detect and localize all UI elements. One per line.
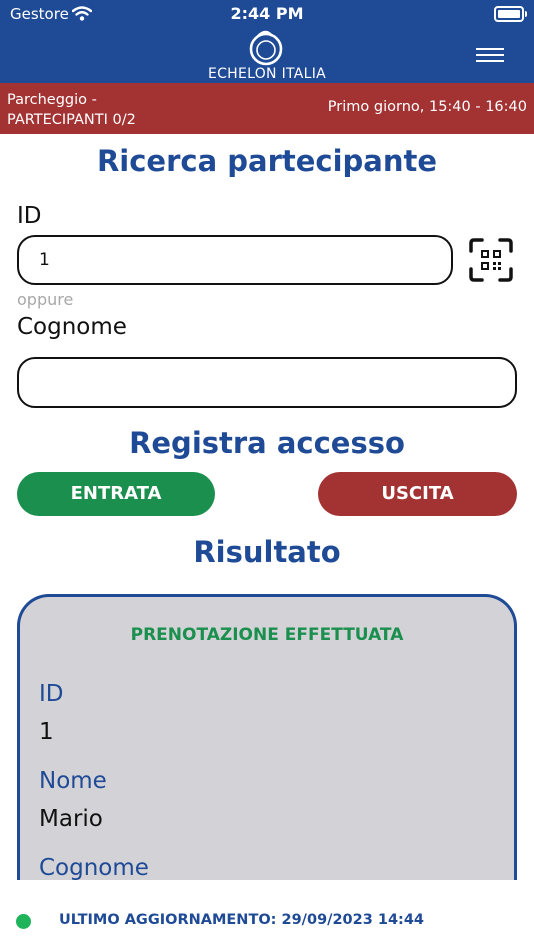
result-name-value: Mario: [39, 806, 103, 832]
result-id-label: ID: [39, 681, 64, 707]
qr-code-scan-icon[interactable]: [468, 237, 514, 283]
or-label: oppure: [17, 290, 74, 309]
result-surname-label: Cognome: [39, 855, 149, 881]
result-title: Risultato: [193, 535, 341, 569]
battery-icon: [494, 6, 527, 22]
logo-text: ECHELON ITALIA: [207, 66, 327, 82]
access-title: Registra accesso: [129, 426, 405, 460]
last-update-text: ULTIMO AGGIORNAMENTO: 29/09/2023 14:44: [59, 912, 425, 928]
connection-status-dot: [16, 914, 31, 929]
surname-input[interactable]: [17, 357, 517, 408]
status-bar: Gestore 2:44 PM: [0, 0, 534, 28]
exit-button[interactable]: USCITA: [318, 472, 517, 516]
id-label: ID: [17, 203, 42, 229]
participants-count: PARTECIPANTI 0/2: [7, 112, 136, 128]
session-time: Primo giorno, 15:40 - 16:40: [327, 99, 527, 115]
id-input[interactable]: [17, 235, 453, 285]
surname-label: Cognome: [17, 314, 127, 340]
search-title: Ricerca partecipante: [96, 144, 438, 178]
participants-info: Parcheggio - PARTECIPANTI 0/2: [7, 90, 207, 130]
result-card: PRENOTAZIONE EFFETTUATA ID 1 Nome Mario …: [17, 594, 517, 914]
result-name-label: Nome: [39, 768, 107, 794]
clock: 2:44 PM: [230, 4, 304, 23]
entry-button[interactable]: ENTRATA: [17, 472, 215, 516]
app-header: ECHELON ITALIA: [0, 28, 534, 83]
context-bar: Parcheggio - PARTECIPANTI 0/2 Primo gior…: [0, 83, 534, 134]
footer: ULTIMO AGGIORNAMENTO: 29/09/2023 14:44: [0, 880, 534, 950]
hamburger-menu-icon[interactable]: [470, 44, 510, 68]
result-id-value: 1: [39, 719, 54, 745]
location-label: Parcheggio -: [7, 92, 97, 108]
echelon-logo-icon: [249, 30, 283, 66]
reservation-status: PRENOTAZIONE EFFETTUATA: [130, 625, 404, 645]
